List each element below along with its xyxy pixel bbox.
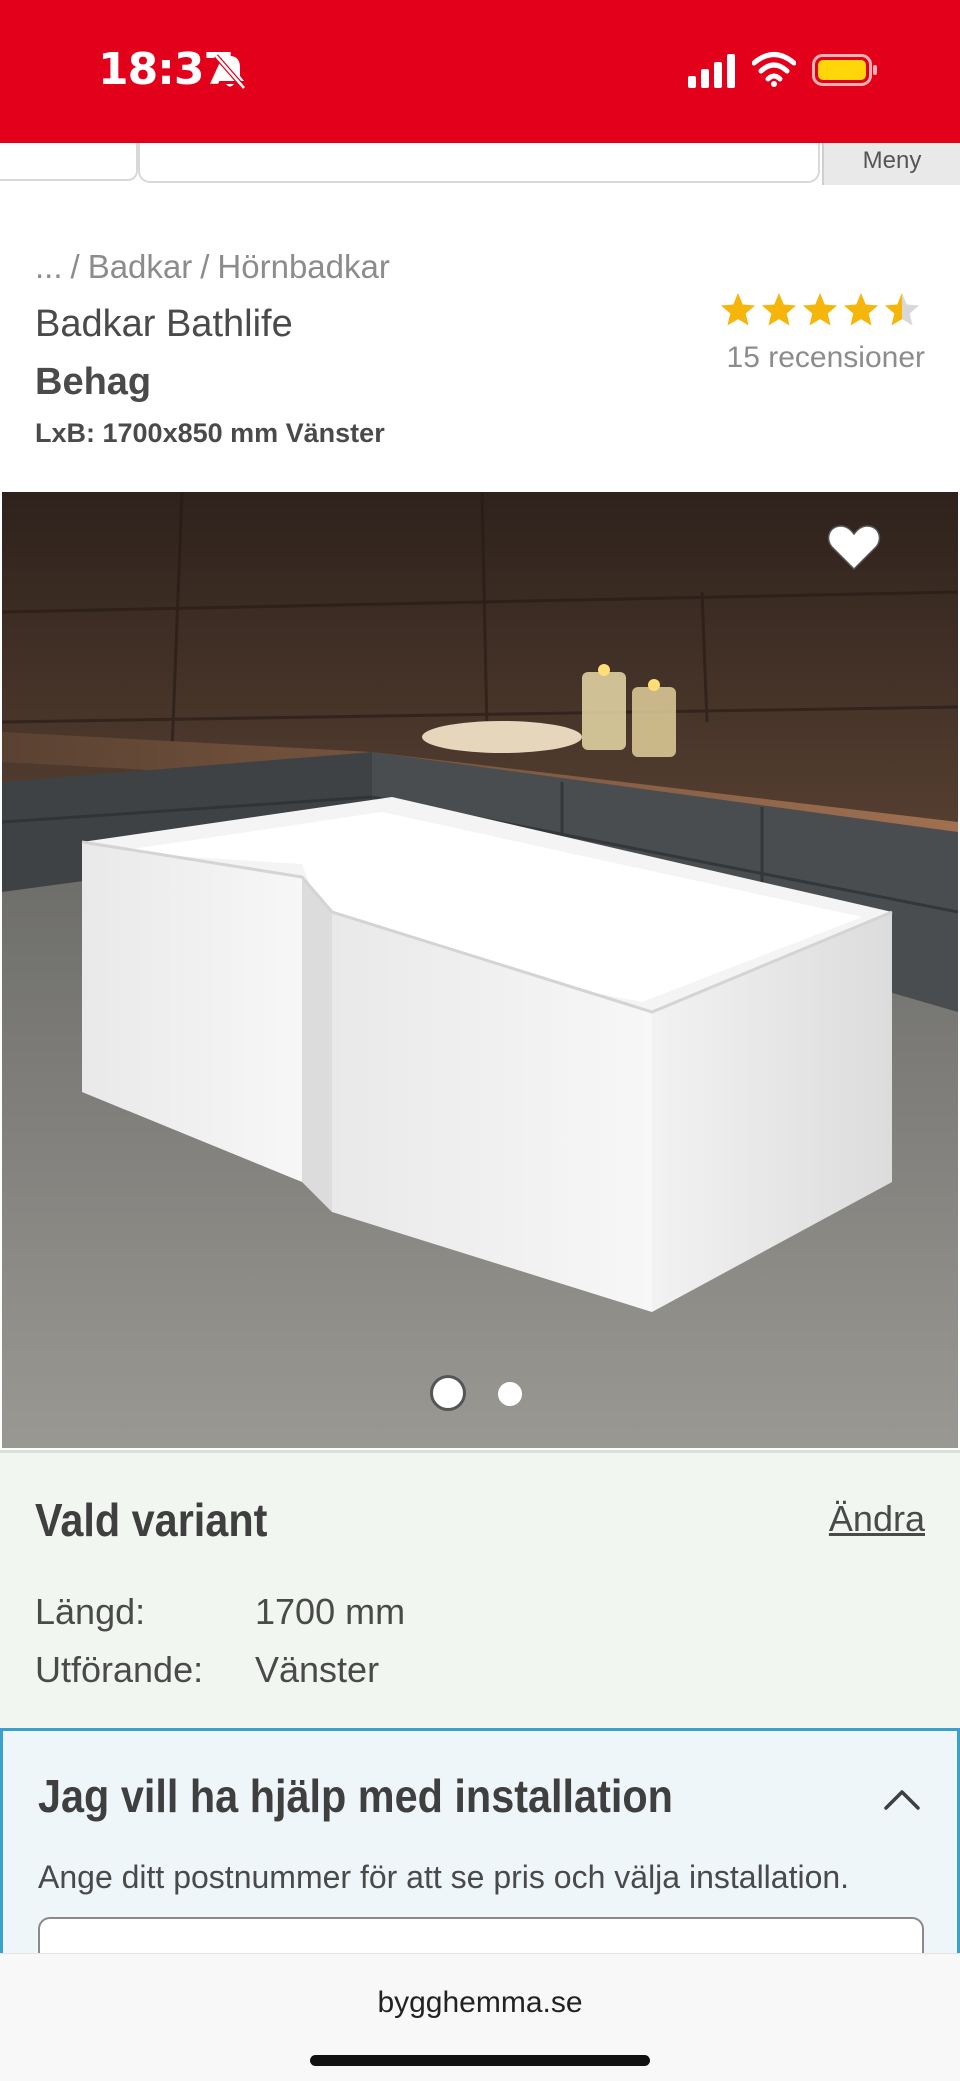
star-icon (884, 293, 920, 326)
menu-button[interactable]: Meny (822, 143, 960, 185)
breadcrumb-separator: / (200, 248, 210, 285)
bell-muted-icon (214, 54, 246, 90)
star-icon (802, 293, 838, 326)
variant-label: Längd: (35, 1591, 146, 1632)
variant-row-length: Längd: 1700 mm (35, 1591, 405, 1633)
installation-description: Ange ditt postnummer för att se pris och… (38, 1859, 850, 1895)
installation-help-section: Jag vill ha hjälp med installation Ange … (0, 1728, 960, 1997)
change-variant-link[interactable]: Ändra (829, 1498, 925, 1540)
wifi-icon (752, 52, 796, 87)
bathtub-illustration (2, 492, 958, 1448)
star-icon (843, 293, 879, 326)
status-bar: 18:37 (0, 0, 960, 143)
variant-title: Vald variant (35, 1494, 268, 1546)
product-dimensions: LxB: 1700x850 mm Vänster (35, 418, 385, 448)
review-count-link[interactable]: 15 recensioner (727, 341, 925, 375)
product-name: Behag (35, 361, 152, 403)
url-text[interactable]: bygghemma.se (0, 1986, 960, 2020)
signal-icon (688, 54, 735, 88)
chevron-up-icon[interactable] (883, 1787, 921, 1811)
star-icon (761, 293, 797, 326)
carousel-dot[interactable] (498, 1382, 522, 1406)
carousel-dot-active[interactable] (430, 1375, 466, 1411)
nav-home-tab[interactable] (0, 143, 138, 181)
installation-title[interactable]: Jag vill ha hjälp med installation (38, 1769, 673, 1823)
favorite-heart-icon[interactable] (826, 522, 882, 572)
breadcrumb-separator: / (70, 248, 80, 285)
variant-label: Utförande: (35, 1649, 204, 1690)
battery-icon (812, 54, 877, 86)
breadcrumb-badkar[interactable]: Badkar (88, 248, 193, 285)
selected-variant-section: Vald variant Ändra Längd: 1700 mm Utföran… (0, 1450, 960, 1728)
home-indicator[interactable] (310, 2055, 650, 2066)
browser-address-bar: bygghemma.se (0, 1953, 960, 2081)
breadcrumb-hornbadkar[interactable]: Hörnbadkar (217, 248, 389, 285)
search-input[interactable] (138, 143, 820, 183)
site-nav: Meny (0, 143, 960, 185)
rating-stars[interactable] (718, 292, 924, 330)
breadcrumb-ellipsis[interactable]: ... (35, 248, 63, 285)
variant-row-orientation: Utförande: Vänster (35, 1649, 379, 1691)
product-brand: Badkar Bathlife (35, 303, 293, 345)
variant-value: 1700 mm (255, 1591, 406, 1632)
breadcrumb: ... / Badkar / Hörnbadkar (35, 248, 398, 286)
variant-value: Vänster (255, 1649, 380, 1690)
product-image[interactable] (2, 492, 958, 1448)
star-icon (720, 293, 756, 326)
